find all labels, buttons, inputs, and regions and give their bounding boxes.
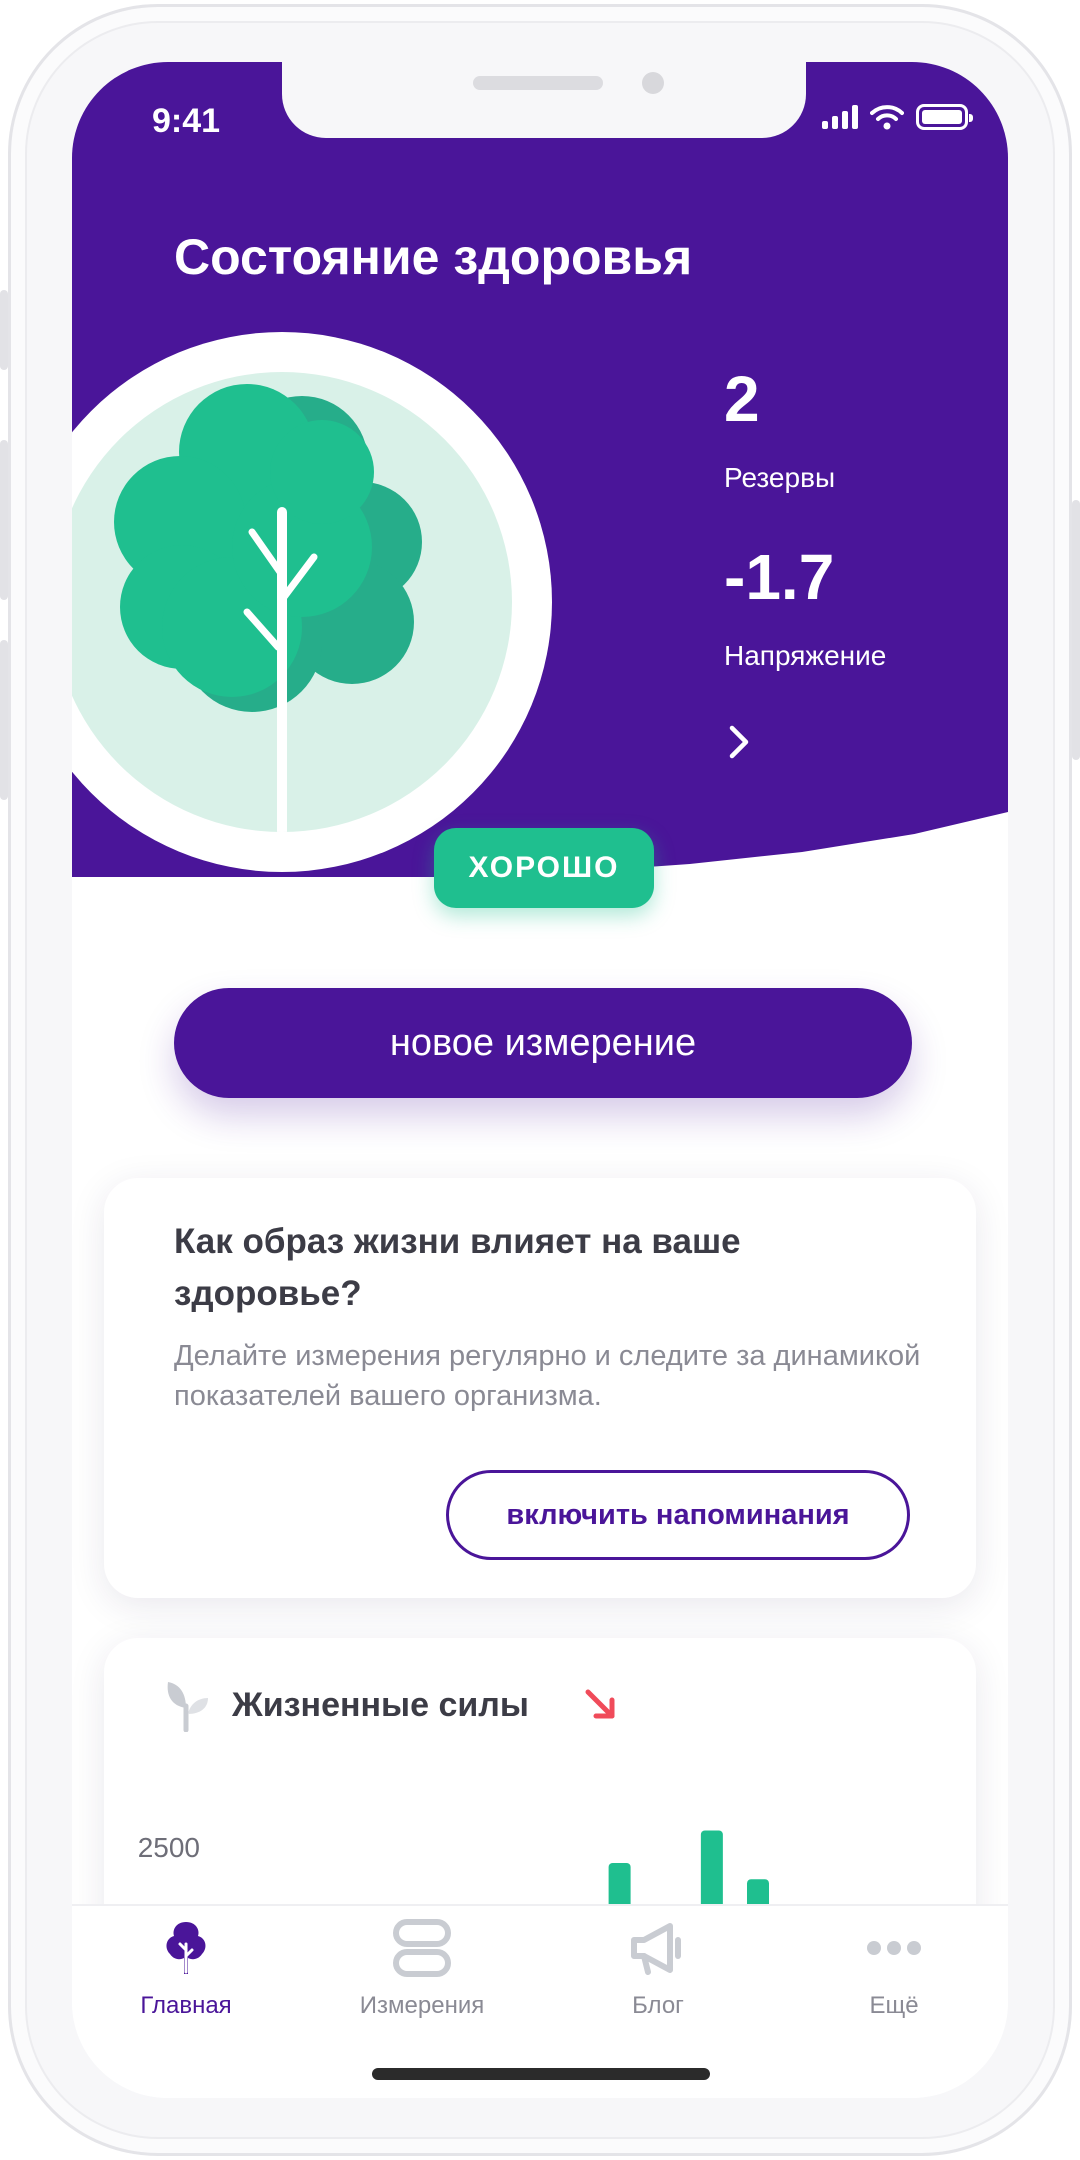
tension-label: Напряжение: [724, 640, 887, 671]
tension-value: -1.7: [724, 541, 835, 613]
tab-home[interactable]: Главная: [86, 1916, 286, 2020]
tab-more-label: Ещё: [869, 1992, 919, 2019]
tab-measurements[interactable]: Измерения: [322, 1916, 522, 2020]
battery-icon: [916, 104, 973, 130]
lifestyle-card-title: Как образ жизни влияет на ваше здоровье?: [174, 1222, 741, 1313]
status-icons: [822, 104, 973, 130]
trend-down-icon: [585, 1689, 615, 1719]
home-indicator: [372, 2068, 710, 2080]
reserves-value: 2: [724, 363, 760, 435]
power-button: [1072, 500, 1080, 760]
speaker: [473, 76, 603, 90]
reserves-label: Резервы: [724, 462, 836, 493]
tree-icon: [114, 384, 422, 832]
mute-switch: [0, 290, 8, 370]
tab-blog[interactable]: Блог: [558, 1916, 758, 2020]
volume-up-button: [0, 440, 8, 600]
tree-illustration: [72, 372, 512, 832]
sprout-icon: [167, 1682, 208, 1732]
front-camera: [642, 72, 664, 94]
measurements-icon: [393, 1919, 451, 1977]
tab-measurements-label: Измерения: [359, 1992, 485, 2019]
y-tick-label: 2500: [138, 1832, 200, 1863]
lifestyle-card-text: Делайте измерения регулярно и следите за…: [174, 1340, 921, 1412]
enable-reminders-button[interactable]: включить напоминания: [446, 1470, 910, 1560]
cellular-signal-icon: [822, 105, 858, 129]
app-screen: 9:41 Состояние здоровья 2 Резервы -1.7 Н…: [72, 62, 1008, 2098]
tab-more[interactable]: Ещё: [794, 1916, 994, 2020]
tab-blog-label: Блог: [632, 1992, 684, 2019]
vitality-title: Жизненные силы: [232, 1686, 529, 1724]
status-badge: ХОРОШО: [434, 828, 654, 908]
notch: [282, 62, 806, 138]
volume-down-button: [0, 640, 8, 800]
lifestyle-card: Как образ жизни влияет на ваше здоровье?…: [104, 1178, 976, 1598]
page-title: Состояние здоровья: [174, 229, 693, 285]
megaphone-icon: [631, 1923, 681, 1975]
more-icon: [867, 1941, 921, 1955]
tree-icon: [166, 1922, 206, 1974]
new-measurement-button[interactable]: новое измерение: [174, 988, 912, 1098]
chevron-right-icon[interactable]: [720, 722, 760, 762]
wifi-icon: [870, 105, 904, 130]
status-time: 9:41: [152, 102, 221, 140]
tab-home-label: Главная: [140, 1992, 232, 2019]
